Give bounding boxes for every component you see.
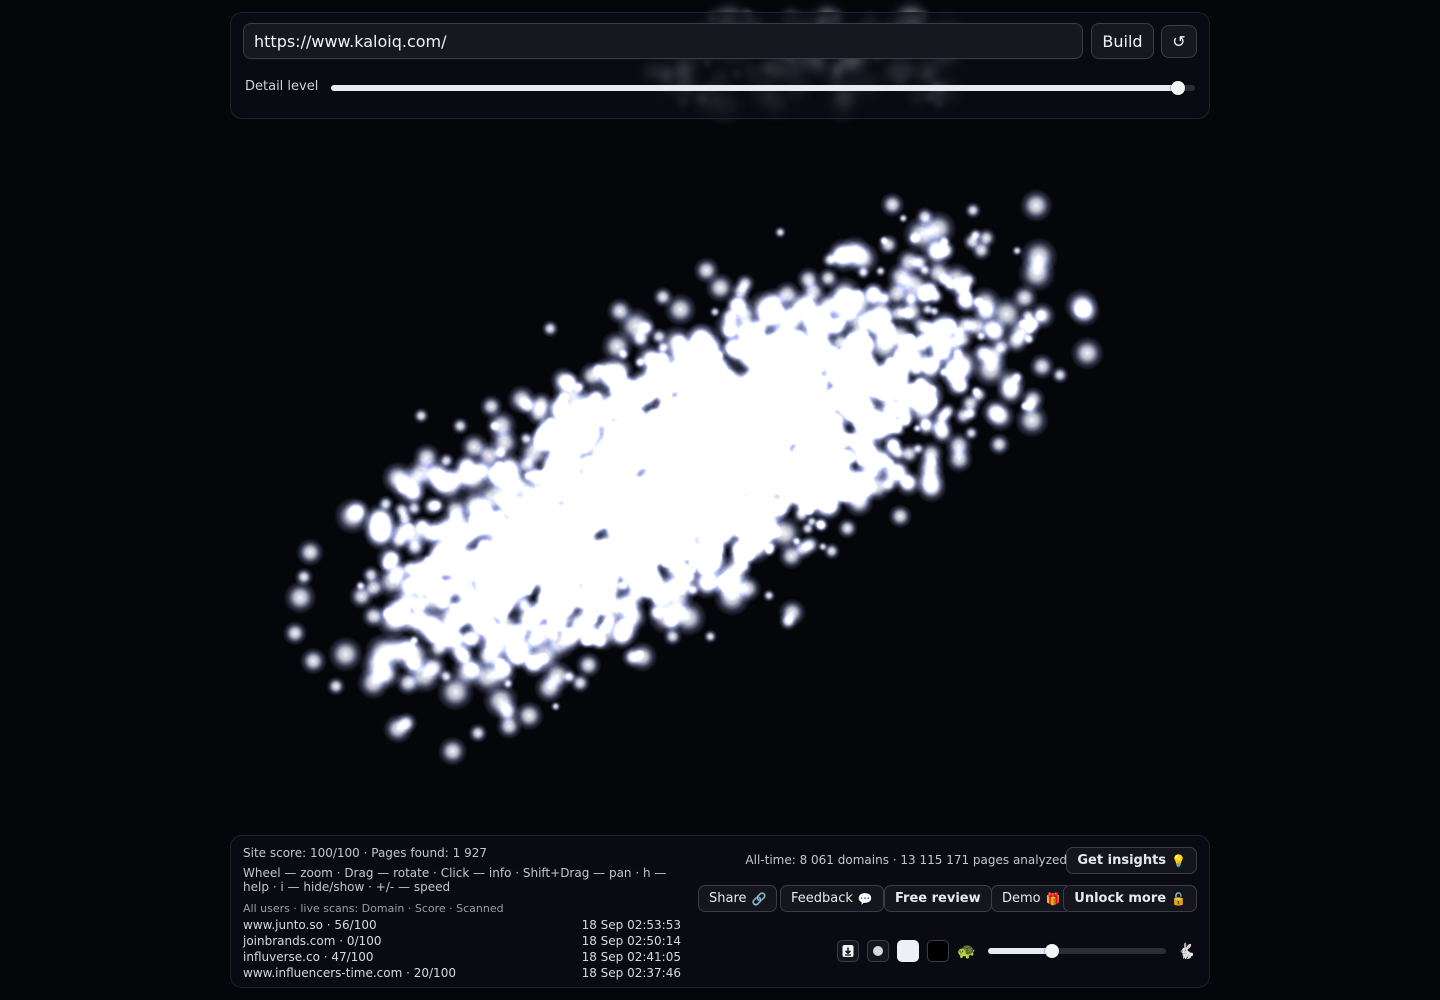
unlock-icon: 🔓 (1171, 891, 1186, 906)
refresh-icon: ↺ (1172, 32, 1186, 51)
scan-time: 18 Sep 02:37:46 (581, 966, 681, 980)
controls-help-text: Wheel — zoom · Drag — rotate · Click — i… (243, 866, 667, 894)
link-icon: 🔗 (751, 891, 767, 906)
build-button[interactable]: Build (1091, 23, 1154, 59)
detail-level-label: Detail level (245, 79, 319, 94)
live-scans-header: All users · live scans: Domain · Score ·… (243, 902, 504, 915)
demo-label: Demo (1002, 891, 1041, 906)
scan-row[interactable]: www.influencers-time.com · 20/100 18 Sep… (243, 966, 683, 982)
detail-level-slider[interactable] (331, 81, 1195, 95)
get-insights-label: Get insights (1077, 853, 1167, 868)
get-insights-button[interactable]: Get insights 💡 (1066, 847, 1197, 874)
demo-button[interactable]: Demo 🎁 (991, 885, 1072, 912)
top-controls-panel: Build ↺ Detail level (230, 12, 1210, 119)
speed-slider[interactable] (988, 944, 1166, 958)
turtle-icon: 🐢 (957, 942, 976, 960)
scan-row[interactable]: joinbrands.com · 0/100 18 Sep 02:50:14 (243, 934, 683, 950)
scan-domain: www.junto.so · 56/100 (243, 918, 377, 932)
scan-domain: joinbrands.com · 0/100 (243, 934, 382, 948)
unlock-more-button[interactable]: Unlock more 🔓 (1063, 885, 1197, 912)
share-label: Share (709, 891, 747, 906)
feedback-label: Feedback (791, 891, 853, 906)
scan-domain: influverse.co · 47/100 (243, 950, 374, 964)
lightbulb-icon: 💡 (1171, 853, 1186, 868)
gift-icon: 🎁 (1045, 891, 1061, 906)
scan-time: 18 Sep 02:53:53 (581, 918, 681, 932)
scan-domain: www.influencers-time.com · 20/100 (243, 966, 456, 980)
download-icon (842, 945, 854, 957)
speech-bubble-icon: 💬 (857, 891, 873, 906)
scan-time: 18 Sep 02:41:05 (581, 950, 681, 964)
dot-icon (873, 946, 883, 956)
point-mode-button[interactable] (867, 940, 889, 962)
scan-time: 18 Sep 02:50:14 (581, 934, 681, 948)
all-time-stats: All-time: 8 061 domains · 13 115 171 pag… (745, 853, 1067, 867)
url-input[interactable] (243, 23, 1083, 59)
slider-fill (331, 85, 1178, 91)
rabbit-icon: 🐇 (1177, 942, 1196, 960)
light-theme-button[interactable] (897, 940, 919, 962)
slider-fill (988, 948, 1053, 954)
unlock-more-label: Unlock more (1074, 891, 1167, 906)
site-score-stats: Site score: 100/100 · Pages found: 1 927 (243, 846, 487, 860)
reset-button[interactable]: ↺ (1161, 25, 1197, 58)
slider-thumb[interactable] (1170, 81, 1185, 95)
free-review-button[interactable]: Free review (884, 885, 992, 912)
download-button[interactable] (837, 940, 859, 962)
slider-thumb[interactable] (1045, 944, 1060, 958)
live-scans-list: www.junto.so · 56/100 18 Sep 02:53:53 jo… (243, 918, 683, 982)
share-button[interactable]: Share 🔗 (698, 885, 778, 912)
scan-row[interactable]: www.junto.so · 56/100 18 Sep 02:53:53 (243, 918, 683, 934)
dark-theme-button[interactable] (927, 940, 949, 962)
free-review-label: Free review (895, 891, 981, 906)
feedback-button[interactable]: Feedback 💬 (780, 885, 884, 912)
bottom-info-panel: Site score: 100/100 · Pages found: 1 927… (230, 835, 1210, 988)
scan-row[interactable]: influverse.co · 47/100 18 Sep 02:41:05 (243, 950, 683, 966)
